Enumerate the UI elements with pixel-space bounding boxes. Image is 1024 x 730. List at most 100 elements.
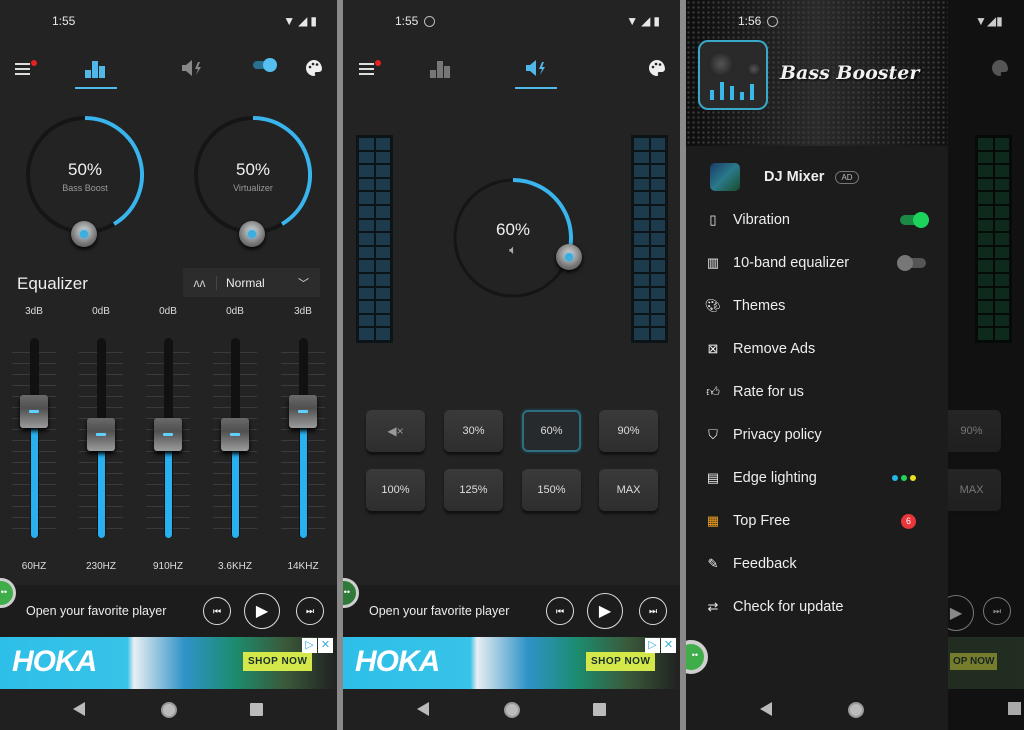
- active-tab-indicator: [515, 87, 557, 89]
- volume-knob[interactable]: [556, 244, 582, 270]
- ad-banner[interactable]: HOKA SHOP NOW ▷ ✕: [0, 637, 335, 689]
- ad-close-icon[interactable]: ✕: [318, 638, 333, 653]
- meter-cell: [978, 328, 993, 340]
- menu-item-privacy-policy[interactable]: ⛉ Privacy policy: [704, 424, 934, 446]
- meter-cell: [978, 151, 993, 164]
- volume-preset-button[interactable]: 30%: [444, 410, 503, 452]
- meter-cell: [359, 192, 374, 204]
- menu-item-top-free[interactable]: ▦ Top Free: [704, 510, 934, 532]
- meter-cell: [375, 328, 390, 340]
- meter-cell: [375, 260, 390, 272]
- band-slider[interactable]: [146, 338, 190, 543]
- volume-preset-button[interactable]: 60%: [522, 410, 581, 452]
- theme-button[interactable]: [647, 58, 671, 82]
- virtualizer-knob[interactable]: [239, 221, 265, 247]
- meter-cell: [978, 219, 993, 232]
- theme-button[interactable]: [304, 58, 328, 82]
- power-toggle[interactable]: [252, 56, 280, 80]
- ad-cta[interactable]: SHOP NOW: [586, 652, 656, 671]
- home-icon[interactable]: [848, 702, 864, 718]
- left-level-meter: [356, 135, 393, 343]
- menu-item-feedback[interactable]: ✎ Feedback: [704, 553, 934, 575]
- virtualizer-dial[interactable]: 50% Virtualizer: [192, 114, 314, 236]
- meter-cell: [359, 287, 374, 300]
- next-button[interactable]: ⏭: [639, 597, 667, 625]
- vibration-toggle[interactable]: [900, 212, 929, 228]
- band-slider[interactable]: [281, 338, 325, 543]
- player-text[interactable]: Open your favorite player: [26, 604, 166, 618]
- meter-cell: [375, 274, 390, 286]
- slider-thumb[interactable]: [154, 418, 182, 451]
- volume-dial[interactable]: 60% 🔈︎: [453, 178, 573, 298]
- promo-dj-mixer[interactable]: DJ Mixer AD: [710, 163, 940, 191]
- menu-item-themes[interactable]: 🎨︎ Themes: [704, 295, 934, 317]
- menu-item-check-for-update[interactable]: ⇄ Check for update: [704, 596, 934, 618]
- menu-item-label: Vibration: [733, 212, 790, 228]
- slider-thumb[interactable]: [20, 395, 48, 428]
- menu-icon[interactable]: [15, 60, 39, 84]
- slider-thumb[interactable]: [87, 418, 115, 451]
- home-icon[interactable]: [161, 702, 177, 718]
- recents-icon[interactable]: [593, 703, 606, 716]
- bass-boost-knob[interactable]: [71, 221, 97, 247]
- navigation-bar: [686, 689, 948, 730]
- volume-preset-button[interactable]: 100%: [366, 469, 425, 511]
- app-logo: [698, 40, 768, 110]
- ad-choices-icon[interactable]: ▷: [645, 638, 660, 653]
- meter-cell: [359, 314, 374, 327]
- meter-cell: [978, 314, 993, 327]
- volume-preset-button[interactable]: 90%: [599, 410, 658, 452]
- menu-item-remove-ads[interactable]: ⊠ Remove Ads: [704, 338, 934, 360]
- count-badge: 6: [901, 514, 916, 529]
- play-button[interactable]: ▶: [587, 593, 623, 629]
- back-icon[interactable]: [417, 702, 429, 716]
- tab-equalizer[interactable]: [84, 58, 108, 82]
- ten-band-toggle[interactable]: [897, 255, 926, 271]
- meter-cell: [634, 314, 649, 327]
- volume-preset-button[interactable]: 125%: [444, 469, 503, 511]
- back-icon[interactable]: [73, 702, 85, 716]
- status-icons: ▼ ◢ ▮: [626, 14, 660, 28]
- mute-button[interactable]: ◀×: [366, 410, 425, 452]
- bass-boost-dial[interactable]: 50% Bass Boost: [24, 114, 146, 236]
- ad-cta[interactable]: SHOP NOW: [243, 652, 313, 671]
- band-slider[interactable]: [12, 338, 56, 543]
- volume-preset-button[interactable]: MAX: [599, 469, 658, 511]
- next-button[interactable]: ⏭: [296, 597, 324, 625]
- meter-cell: [994, 219, 1009, 232]
- player-text[interactable]: Open your favorite player: [369, 604, 509, 618]
- vibration-icon: ▯: [709, 212, 717, 227]
- menu-item-rate-for-us[interactable]: 👍︎ Rate for us: [704, 381, 934, 403]
- menu-icon[interactable]: [359, 60, 383, 84]
- tab-volume-boost[interactable]: [181, 58, 205, 82]
- ad-logo: HOKA: [355, 645, 440, 678]
- meter-cell: [359, 138, 374, 150]
- slider-thumb[interactable]: [289, 395, 317, 428]
- previous-button[interactable]: ⏮: [203, 597, 231, 625]
- band-slider[interactable]: [79, 338, 123, 543]
- play-icon: ▶: [255, 603, 269, 620]
- tab-volume-boost[interactable]: [525, 58, 549, 82]
- slider-thumb[interactable]: [221, 418, 249, 451]
- meter-cell: [994, 138, 1009, 150]
- preset-dropdown[interactable]: ʌʌ Normal ﹀: [183, 268, 320, 297]
- play-button[interactable]: ▶: [244, 593, 280, 629]
- theme-button-dimmed: [990, 58, 1010, 83]
- ad-banner[interactable]: HOKA SHOP NOW ▷ ✕: [343, 637, 678, 689]
- recents-icon[interactable]: [250, 703, 263, 716]
- meter-cell: [978, 138, 993, 150]
- thumbs-up-icon: 👍︎: [706, 384, 720, 399]
- ad-choices-icon[interactable]: ▷: [302, 638, 317, 653]
- recents-icon[interactable]: [1008, 702, 1021, 715]
- tab-equalizer[interactable]: [429, 58, 453, 82]
- dimmed-background[interactable]: ▼◢▮ 90% MAX ▶ ⏭ OP NOW: [938, 0, 1024, 730]
- meter-cell: [994, 274, 1009, 286]
- meter-cell: [650, 151, 665, 164]
- equalizer-title: Equalizer: [17, 274, 88, 293]
- ad-close-icon[interactable]: ✕: [661, 638, 676, 653]
- previous-button[interactable]: ⏮: [546, 597, 574, 625]
- home-icon[interactable]: [504, 702, 520, 718]
- volume-preset-button[interactable]: 150%: [522, 469, 581, 511]
- band-slider[interactable]: [213, 338, 257, 543]
- back-icon[interactable]: [760, 702, 772, 716]
